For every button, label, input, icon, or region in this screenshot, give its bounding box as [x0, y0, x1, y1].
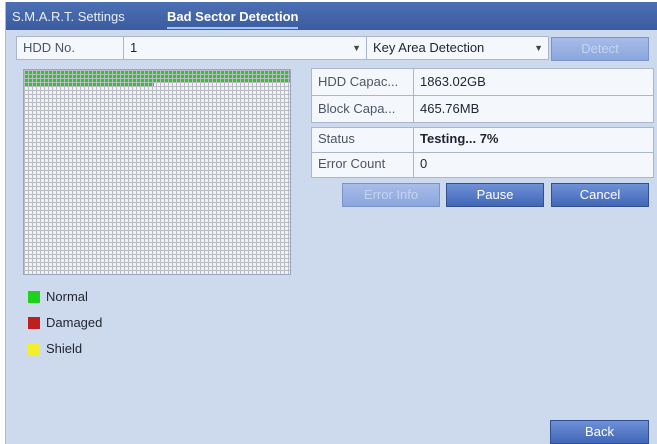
legend-shield-label: Shield — [46, 341, 83, 356]
hdd-capacity-label: HDD Capac... — [318, 74, 399, 89]
block-capacity-label-cell: Block Capa... — [311, 95, 414, 123]
hdd-number-value: 1 — [130, 40, 138, 55]
block-capacity-label: Block Capa... — [318, 101, 396, 116]
cancel-button[interactable]: Cancel — [551, 183, 649, 207]
detection-mode-select[interactable]: Key Area Detection ▼ — [366, 36, 549, 60]
chevron-down-icon: ▼ — [534, 43, 543, 53]
error-count-label-cell: Error Count — [311, 152, 414, 178]
status-label-cell: Status — [311, 127, 414, 153]
chevron-down-icon: ▼ — [352, 43, 361, 53]
hdd-capacity-label-cell: HDD Capac... — [311, 68, 414, 96]
hdd-capacity-value: 1863.02GB — [420, 74, 486, 89]
tab-bar: S.M.A.R.T. Settings Bad Sector Detection — [6, 2, 657, 30]
status-label: Status — [318, 131, 355, 146]
error-count-label: Error Count — [318, 156, 386, 171]
error-info-button[interactable]: Error Info — [342, 183, 440, 207]
tab-bad-sector-detection[interactable]: Bad Sector Detection — [167, 7, 299, 29]
sector-map-grid — [23, 69, 291, 275]
damaged-swatch-icon — [28, 317, 40, 329]
hdd-number-label-box: HDD No. — [16, 36, 124, 60]
pause-button[interactable]: Pause — [446, 183, 544, 207]
hdd-capacity-value-cell: 1863.02GB — [413, 68, 654, 96]
tab-smart-settings[interactable]: S.M.A.R.T. Settings — [12, 7, 125, 27]
sector-map-cells — [24, 70, 290, 274]
legend-damaged-label: Damaged — [46, 315, 103, 330]
legend-damaged: Damaged — [28, 315, 102, 331]
error-count-value-cell: 0 — [413, 152, 654, 178]
block-capacity-value: 465.76MB — [420, 101, 480, 116]
status-value-cell: Testing... 7% — [413, 127, 654, 153]
detect-button[interactable]: Detect — [551, 37, 649, 61]
hdd-number-select[interactable]: 1 ▼ — [123, 36, 367, 60]
legend-shield: Shield — [28, 341, 82, 357]
detection-mode-value: Key Area Detection — [373, 40, 485, 55]
error-count-value: 0 — [420, 156, 428, 171]
shield-swatch-icon — [28, 343, 40, 355]
legend-normal: Normal — [28, 289, 88, 305]
status-value: Testing... 7% — [420, 131, 499, 146]
hdd-number-label: HDD No. — [23, 40, 76, 55]
normal-swatch-icon — [28, 291, 40, 303]
bad-sector-detection-panel: S.M.A.R.T. Settings Bad Sector Detection… — [5, 2, 657, 444]
legend-normal-label: Normal — [46, 289, 88, 304]
block-capacity-value-cell: 465.76MB — [413, 95, 654, 123]
back-button[interactable]: Back — [550, 420, 649, 444]
